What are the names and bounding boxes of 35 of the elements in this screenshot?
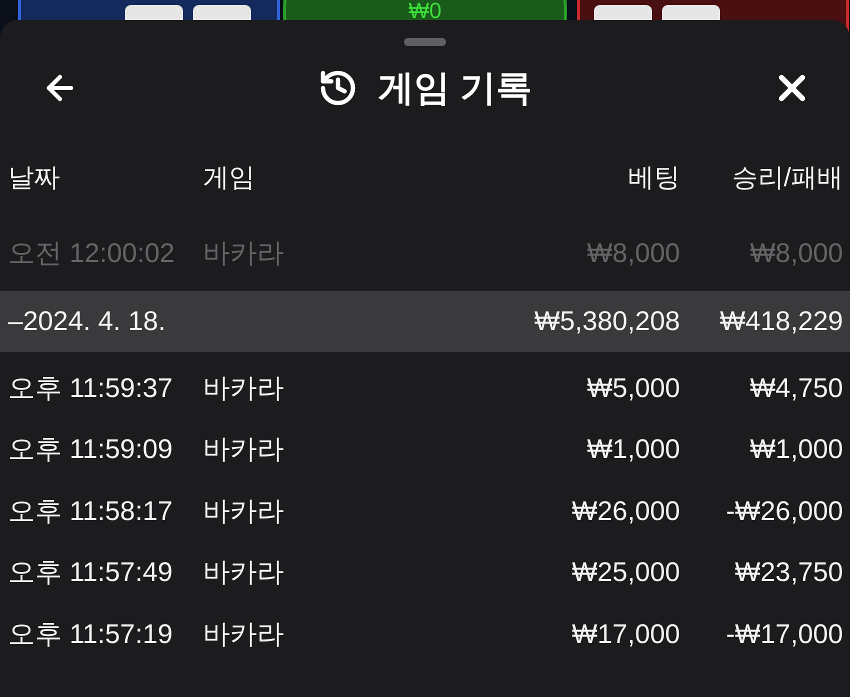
bet-cell: ₩26,000 — [572, 498, 680, 525]
result-cell: ₩8,000 — [750, 240, 843, 268]
sheet-title: 게임 기록 — [378, 70, 532, 106]
bet-cell: ₩8,000 — [586, 240, 680, 268]
time-cell-text: 오후 11:59:09 — [8, 436, 174, 464]
bet-cell: ₩25,000 — [572, 559, 680, 586]
game-cell: 바카라 — [203, 372, 284, 403]
bet-amount: ₩0 — [408, 0, 442, 22]
column-header: 승리/패배 — [732, 164, 843, 190]
result-cell: -₩26,000 — [726, 498, 843, 525]
column-header: 베팅 — [628, 164, 680, 190]
game-cell: 바카라 — [203, 238, 284, 268]
bet-cell: ₩1,000 — [586, 436, 680, 464]
date-group-row[interactable]: –2024. 4. 18. ₩5,380,208 ₩418,229 — [0, 290, 850, 352]
game-cell: 바카라 — [203, 434, 284, 464]
result-cell: ₩4,750 — [750, 374, 843, 402]
date-cell: –2024. 4. 18. — [8, 306, 166, 336]
result-total-cell: ₩418,229 — [720, 308, 843, 334]
column-header: 날짜 — [8, 164, 61, 190]
bet-cell: ₩5,000 — [586, 374, 680, 402]
game-cell: 바카라 — [203, 618, 284, 649]
column-header: 게임 — [203, 162, 255, 192]
time-cell-text: 오후 11:58:17 — [8, 498, 174, 525]
time-cell-text: 오후 11:59:37 — [8, 374, 174, 402]
game-cell: 바카라 — [203, 557, 284, 588]
result-cell: ₩1,000 — [750, 436, 843, 464]
bet-cell: ₩17,000 — [572, 620, 680, 648]
time-cell-text: 오후 11:57:49 — [8, 559, 174, 586]
time-cell-text: 오전 12:00:02 — [8, 240, 176, 268]
result-cell: -₩17,000 — [726, 620, 843, 648]
game-cell: 바카라 — [203, 496, 284, 526]
bet-total-cell: ₩5,380,208 — [534, 308, 680, 334]
drag-handle[interactable] — [404, 38, 446, 46]
result-cell: ₩23,750 — [734, 559, 843, 586]
time-cell-text: 오후 11:57:19 — [8, 620, 174, 648]
